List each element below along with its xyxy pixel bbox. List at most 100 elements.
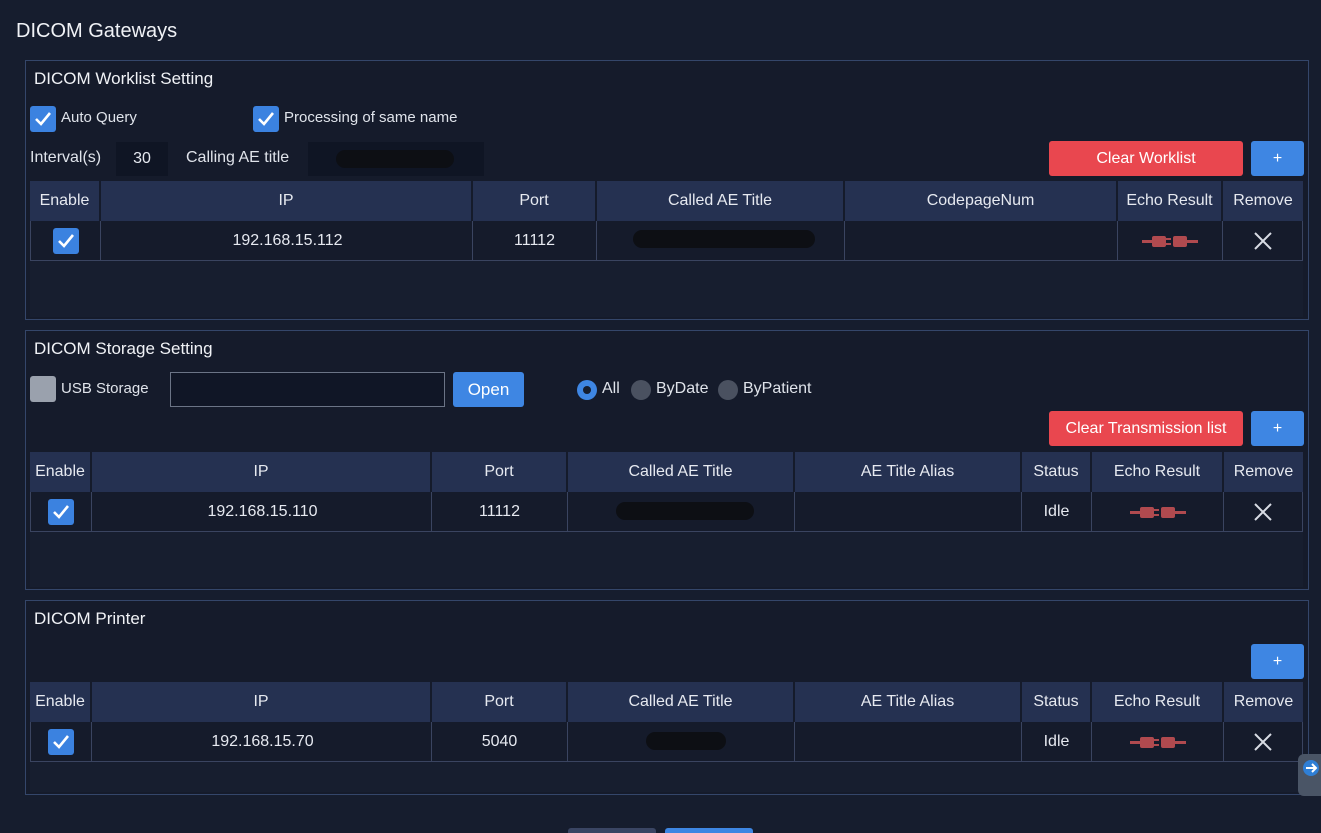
- redacted-value: [336, 150, 454, 168]
- ip-octet-2: 168: [242, 732, 270, 750]
- row-enable-checkbox[interactable]: [52, 227, 79, 254]
- check-icon: [53, 504, 70, 519]
- radio-bypatient-label: ByPatient: [743, 380, 812, 397]
- enable-cell: [30, 722, 92, 761]
- col-enable: Enable: [30, 181, 101, 221]
- storage-path-input[interactable]: [170, 372, 445, 407]
- called-ae-cell[interactable]: [568, 722, 795, 761]
- col-enable: Enable: [30, 682, 92, 722]
- ip-octet-2: 168: [238, 502, 266, 520]
- col-called-ae: Called AE Title: [568, 452, 795, 492]
- add-storage-button[interactable]: +: [1251, 411, 1304, 446]
- table-empty-area: [30, 532, 1303, 587]
- radio-all[interactable]: [577, 380, 597, 400]
- col-remove: Remove: [1233, 693, 1294, 710]
- echo-cell[interactable]: [1118, 221, 1223, 260]
- col-enable: Enable: [30, 452, 92, 492]
- interval-label: Interval(s): [30, 149, 102, 166]
- status-cell: Idle: [1022, 722, 1092, 761]
- table-row: 192 . 168 . 15 . 110 11112 Idle: [30, 492, 1303, 532]
- status-value: Idle: [1043, 502, 1070, 520]
- close-icon[interactable]: [1254, 502, 1272, 521]
- table-empty-area: [30, 261, 1303, 317]
- port-value: 5040: [481, 732, 518, 750]
- called-ae-cell[interactable]: [568, 492, 795, 531]
- ip-octet-1: 192: [232, 231, 260, 249]
- check-icon: [35, 112, 52, 126]
- ae-alias-cell[interactable]: [795, 722, 1022, 761]
- echo-cell[interactable]: [1092, 492, 1224, 531]
- row-enable-checkbox[interactable]: [48, 728, 74, 755]
- table-row: 192 . 168 . 15 . 112 11112: [30, 221, 1303, 261]
- ip-octet-1: 192: [211, 732, 239, 750]
- ae-alias-cell[interactable]: [795, 492, 1022, 531]
- port-cell[interactable]: 5040: [432, 722, 568, 761]
- col-called-ae: Called AE Title: [568, 682, 795, 722]
- table-row: 192 . 168 . 15 . 70 5040 Idle: [30, 722, 1303, 762]
- redacted-value: [633, 230, 815, 248]
- ip-field[interactable]: 192 . 168 . 15 . 110: [92, 492, 432, 531]
- bottom-button-secondary[interactable]: [568, 828, 656, 833]
- col-status: Status: [1022, 452, 1092, 492]
- printer-table-header: Enable IP Port Called AE Title AE Title …: [30, 682, 1303, 722]
- radio-bypatient[interactable]: [718, 380, 738, 400]
- ip-octet-2: 168: [263, 231, 291, 249]
- codepage-cell[interactable]: [845, 221, 1118, 260]
- printer-title: DICOM Printer: [34, 609, 146, 628]
- storage-table-header: Enable IP Port Called AE Title AE Title …: [30, 452, 1303, 492]
- open-button[interactable]: Open: [453, 372, 524, 407]
- col-ae-alias: AE Title Alias: [795, 452, 1022, 492]
- check-icon: [258, 112, 275, 126]
- col-echo: Echo Result: [1118, 181, 1223, 221]
- ip-octet-4: 70: [295, 732, 314, 750]
- port-value: 11112: [514, 231, 555, 249]
- col-remove: Remove: [1233, 192, 1293, 209]
- remove-cell[interactable]: [1224, 722, 1303, 761]
- calling-ae-input[interactable]: [308, 142, 484, 176]
- check-icon: [53, 734, 70, 749]
- add-worklist-button[interactable]: +: [1251, 141, 1304, 176]
- table-empty-area: [30, 762, 1303, 792]
- add-printer-button[interactable]: +: [1251, 644, 1304, 679]
- storage-title: DICOM Storage Setting: [34, 339, 213, 358]
- col-echo: Echo Result: [1092, 452, 1224, 492]
- printer-table: Enable IP Port Called AE Title AE Title …: [30, 682, 1303, 792]
- usb-storage-checkbox[interactable]: [30, 376, 56, 402]
- radio-all-label: All: [602, 380, 620, 397]
- auto-query-checkbox[interactable]: [30, 106, 56, 132]
- clear-transmission-button[interactable]: Clear Transmission list: [1049, 411, 1243, 446]
- called-ae-cell[interactable]: [597, 221, 845, 260]
- remove-cell[interactable]: [1223, 221, 1303, 260]
- radio-bydate[interactable]: [631, 380, 651, 400]
- port-cell[interactable]: 11112: [432, 492, 568, 531]
- remove-cell[interactable]: [1224, 492, 1303, 531]
- storage-section: DICOM Storage Setting USB Storage Open A…: [25, 330, 1309, 590]
- echo-cell[interactable]: [1092, 722, 1224, 761]
- ip-octet-3: 15: [269, 502, 288, 520]
- interval-input[interactable]: 30: [116, 142, 168, 176]
- close-icon[interactable]: [1253, 231, 1272, 250]
- ip-octet-3: 15: [273, 732, 292, 750]
- col-remove: Remove: [1233, 463, 1294, 480]
- ip-field[interactable]: 192 . 168 . 15 . 70: [92, 722, 432, 761]
- worklist-table-header: Enable IP Port Called AE Title CodepageN…: [30, 181, 1303, 221]
- redacted-value: [616, 502, 754, 520]
- worklist-table: Enable IP Port Called AE Title CodepageN…: [30, 181, 1303, 317]
- col-ip: IP: [101, 181, 473, 221]
- redacted-value: [646, 732, 726, 750]
- worklist-title: DICOM Worklist Setting: [34, 69, 214, 88]
- usb-storage-label: USB Storage: [61, 380, 149, 397]
- enable-cell: [30, 492, 92, 531]
- worklist-section: DICOM Worklist Setting Auto Query Proces…: [25, 60, 1309, 320]
- row-enable-checkbox[interactable]: [48, 498, 74, 525]
- remote-control-tab[interactable]: [1298, 754, 1321, 796]
- ip-octet-4: 110: [292, 502, 318, 520]
- col-port: Port: [473, 181, 597, 221]
- radio-bydate-label: ByDate: [656, 380, 709, 397]
- bottom-button-primary[interactable]: [665, 828, 753, 833]
- close-icon[interactable]: [1254, 732, 1272, 751]
- same-name-checkbox[interactable]: [253, 106, 279, 132]
- ip-field[interactable]: 192 . 168 . 15 . 112: [101, 221, 473, 260]
- clear-worklist-button[interactable]: Clear Worklist: [1049, 141, 1243, 176]
- port-cell[interactable]: 11112: [473, 221, 597, 260]
